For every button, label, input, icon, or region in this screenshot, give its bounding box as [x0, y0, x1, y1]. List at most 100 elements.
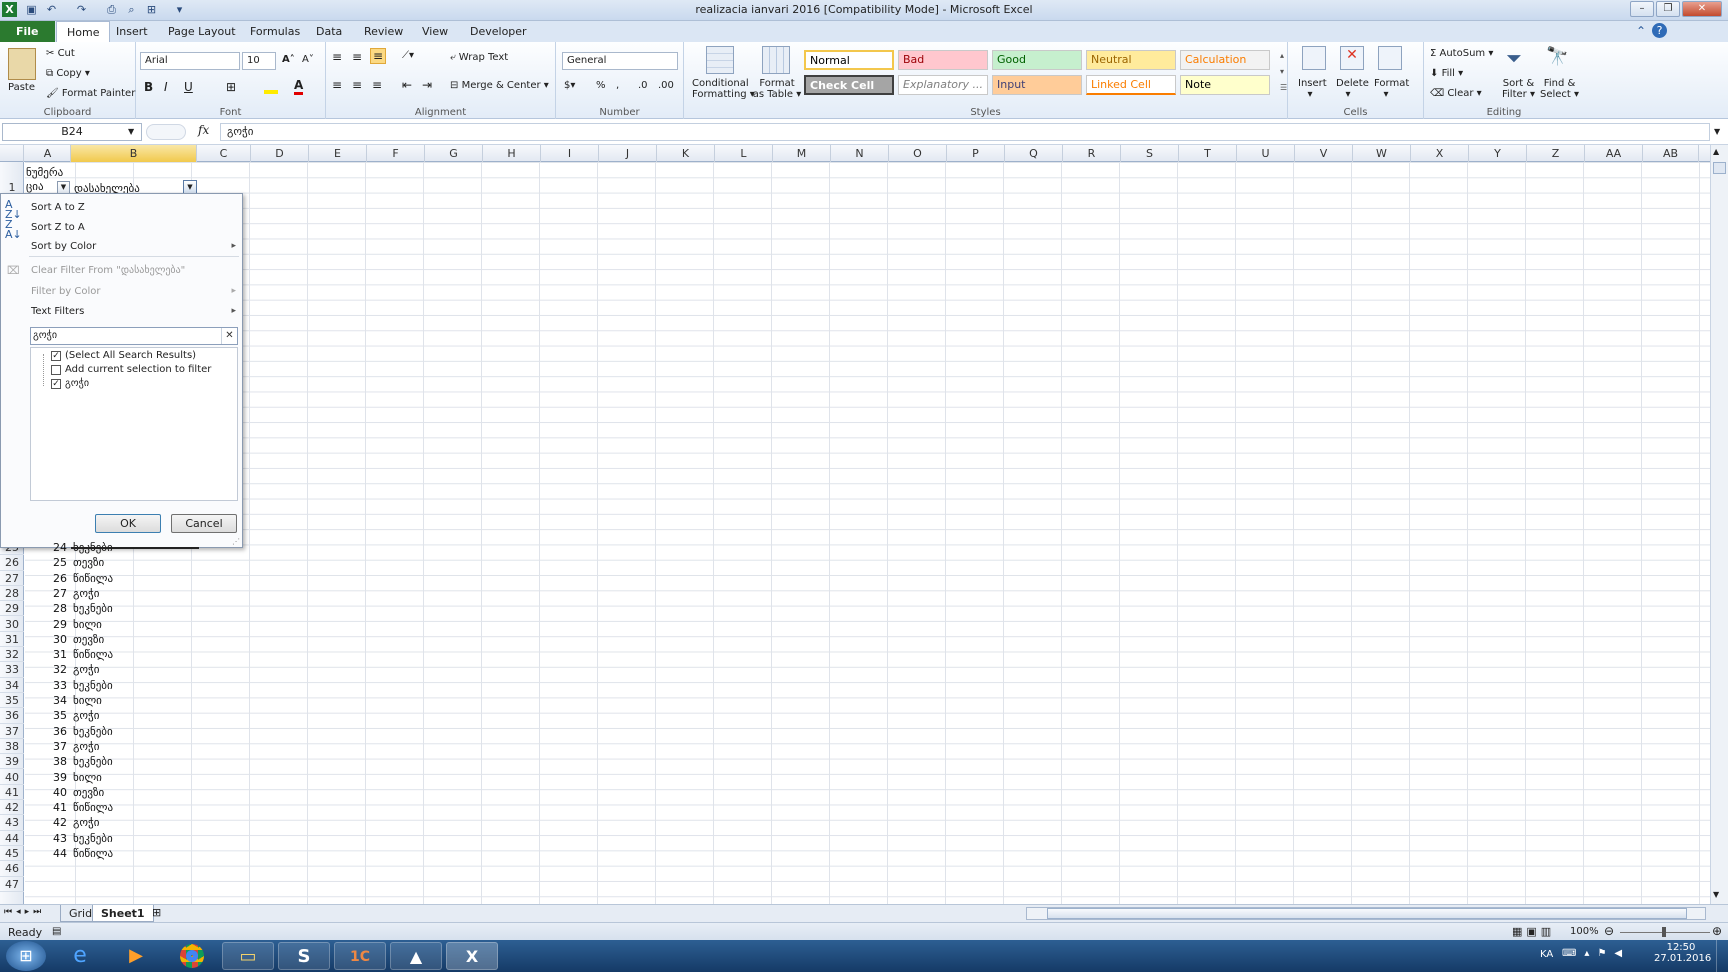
row-header[interactable]: 30: [0, 617, 24, 632]
cell-style-input[interactable]: Input: [992, 75, 1082, 95]
worksheet-grid[interactable]: [25, 162, 1710, 907]
column-header-b[interactable]: B: [71, 145, 197, 162]
cell-b[interactable]: ხეკნები: [73, 754, 113, 769]
cell-b[interactable]: გოჭი: [73, 708, 99, 723]
row-header[interactable]: 32: [0, 647, 24, 663]
show-desktop-button[interactable]: [1716, 940, 1728, 972]
insert-sheet-icon[interactable]: ⊞: [152, 906, 161, 919]
cell-b[interactable]: ხეკნები: [73, 724, 113, 739]
column-header-j[interactable]: J: [599, 145, 657, 162]
column-header-e[interactable]: E: [309, 145, 367, 162]
cell-a[interactable]: 37: [25, 739, 71, 754]
column-header-h[interactable]: H: [483, 145, 541, 162]
sort-filter-icon[interactable]: ⏷: [1506, 46, 1522, 70]
select-all-corner[interactable]: [0, 145, 24, 162]
cancel-button[interactable]: Cancel: [171, 514, 237, 533]
excel-taskbar-icon[interactable]: X: [446, 942, 498, 970]
column-header-q[interactable]: Q: [1005, 145, 1063, 162]
cell-b[interactable]: გოჭი: [73, 586, 99, 601]
number-format-select[interactable]: General: [562, 52, 678, 70]
sheet-tab-sheet1[interactable]: Sheet1: [92, 905, 154, 922]
minimize-button[interactable]: –: [1630, 1, 1654, 17]
resize-grip-icon[interactable]: ⋰: [232, 537, 240, 546]
cell-a[interactable]: 29: [25, 617, 71, 632]
cell-a[interactable]: 42: [25, 815, 71, 830]
row-header[interactable]: 29: [0, 601, 24, 617]
conditional-formatting-button[interactable]: Conditional Formatting ▾: [692, 78, 755, 100]
fill-color-icon[interactable]: [264, 80, 278, 94]
paste-button[interactable]: Paste: [8, 82, 35, 93]
format-cells-button[interactable]: Format ▾: [1374, 78, 1409, 100]
cell-b[interactable]: წიწილა: [73, 800, 113, 815]
column-header-aa[interactable]: AA: [1585, 145, 1643, 162]
column-header-r[interactable]: R: [1063, 145, 1121, 162]
comma-icon[interactable]: ,: [616, 80, 619, 91]
row-header[interactable]: 36: [0, 708, 24, 724]
vertical-scroll-thumb[interactable]: [1713, 162, 1726, 174]
row-header[interactable]: 28: [0, 586, 24, 602]
formula-input[interactable]: გოჭი: [220, 123, 1710, 141]
column-header-l[interactable]: L: [715, 145, 773, 162]
cell-a[interactable]: 26: [25, 571, 71, 586]
macro-record-icon[interactable]: ▤: [52, 926, 61, 937]
merge-center-button[interactable]: ⊟ Merge & Center ▾: [450, 80, 549, 91]
sort-a-to-z-item[interactable]: Sort A to Z: [31, 202, 85, 213]
gallery-scroll-icon[interactable]: ▴ ▾ ☰: [1280, 48, 1287, 96]
cut-button[interactable]: ✂ Cut: [46, 48, 75, 59]
sort-by-color-item[interactable]: Sort by Color ▸: [31, 241, 236, 252]
1c-app-icon[interactable]: 1С: [334, 942, 386, 970]
cell-b[interactable]: თევზი: [73, 632, 104, 647]
align-left-icon[interactable]: ≡: [332, 78, 342, 92]
minimize-ribbon-icon[interactable]: ⌃: [1636, 24, 1646, 38]
scroll-up-icon[interactable]: ▲: [1713, 147, 1719, 156]
sort-filter-button[interactable]: Sort & Filter ▾: [1502, 78, 1535, 100]
chrome-icon[interactable]: [166, 942, 218, 970]
row-header[interactable]: 1: [0, 162, 24, 197]
cell-a[interactable]: 28: [25, 601, 71, 616]
skype-icon[interactable]: S: [278, 942, 330, 970]
column-header-n[interactable]: N: [831, 145, 889, 162]
sheet-navigation-icon[interactable]: ⏮◂▸⏭: [4, 907, 45, 917]
column-header-t[interactable]: T: [1179, 145, 1237, 162]
horizontal-scrollbar[interactable]: [1026, 907, 1706, 920]
horizontal-scroll-thumb[interactable]: [1047, 908, 1687, 919]
cell-b[interactable]: ხეკნები: [73, 601, 113, 616]
font-name-select[interactable]: Arial: [140, 52, 240, 70]
cell-a[interactable]: 31: [25, 647, 71, 662]
file-explorer-icon[interactable]: ▭: [222, 942, 274, 970]
vertical-scrollbar[interactable]: ▲ ▼: [1710, 145, 1728, 905]
border-icon[interactable]: ⊞: [226, 80, 236, 94]
row-header[interactable]: 27: [0, 571, 24, 586]
column-header-a[interactable]: A: [25, 145, 71, 162]
cell-b[interactable]: წიწილა: [73, 571, 113, 586]
view-buttons-icon[interactable]: ▦▣▥: [1512, 925, 1555, 938]
internet-explorer-icon[interactable]: e: [54, 942, 106, 970]
cell-b[interactable]: გოჭი: [73, 662, 99, 677]
row-header[interactable]: 41: [0, 785, 24, 801]
clear-search-icon[interactable]: ✕: [221, 328, 237, 344]
format-cells-icon[interactable]: [1378, 46, 1402, 70]
cell-style-bad[interactable]: Bad: [898, 50, 988, 70]
help-icon[interactable]: ?: [1652, 23, 1667, 38]
cell-a[interactable]: 32: [25, 662, 71, 677]
align-middle-icon[interactable]: ≡: [352, 50, 362, 64]
cell-b[interactable]: ხილი: [73, 617, 102, 632]
align-bottom-icon[interactable]: ≡: [370, 48, 387, 64]
cell-b[interactable]: ხეკნები: [73, 678, 113, 693]
column-header-x[interactable]: X: [1411, 145, 1469, 162]
orientation-icon[interactable]: ⟋▾: [402, 50, 414, 61]
cell-b[interactable]: თევზი: [73, 785, 104, 800]
scroll-down-icon[interactable]: ▼: [1713, 890, 1719, 899]
underline-icon[interactable]: U: [184, 80, 193, 94]
row-header[interactable]: 45: [0, 846, 24, 862]
sort-z-to-a-item[interactable]: Sort Z to A: [31, 222, 85, 233]
cell-a[interactable]: 36: [25, 724, 71, 739]
row-header[interactable]: 34: [0, 678, 24, 693]
cell-a[interactable]: 30: [25, 632, 71, 647]
row-header[interactable]: 47: [0, 877, 24, 892]
expand-formula-bar-icon[interactable]: ▼: [1714, 127, 1720, 136]
row-header[interactable]: 35: [0, 693, 24, 709]
name-box-dropdown-icon[interactable]: ▼: [128, 127, 134, 136]
zoom-out-icon[interactable]: ⊖: [1604, 924, 1614, 938]
insert-function-icon[interactable]: fx: [198, 123, 209, 137]
